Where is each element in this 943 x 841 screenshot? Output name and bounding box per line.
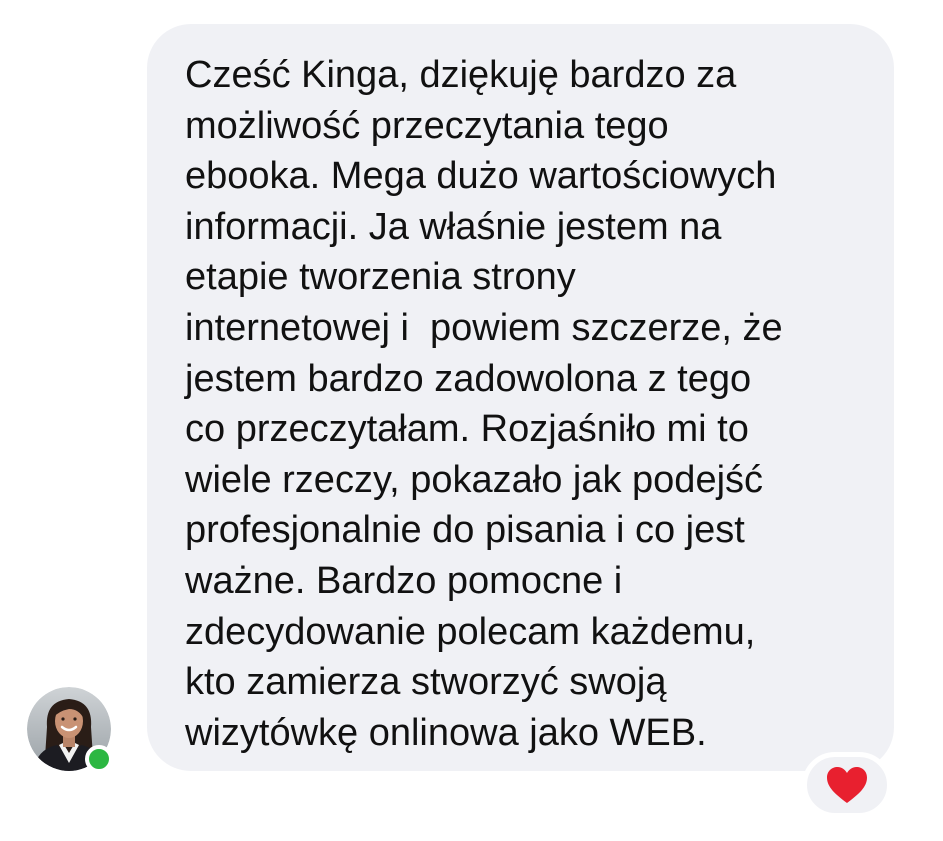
message-text: Cześć Kinga, dziękuję bardzo za możliwoś…: [185, 54, 783, 754]
message-bubble[interactable]: Cześć Kinga, dziękuję bardzo za możliwoś…: [147, 24, 894, 771]
reaction-badge[interactable]: [802, 752, 892, 818]
sender-avatar[interactable]: [27, 687, 113, 773]
online-status-dot: [85, 745, 113, 773]
heart-icon: [827, 767, 867, 803]
